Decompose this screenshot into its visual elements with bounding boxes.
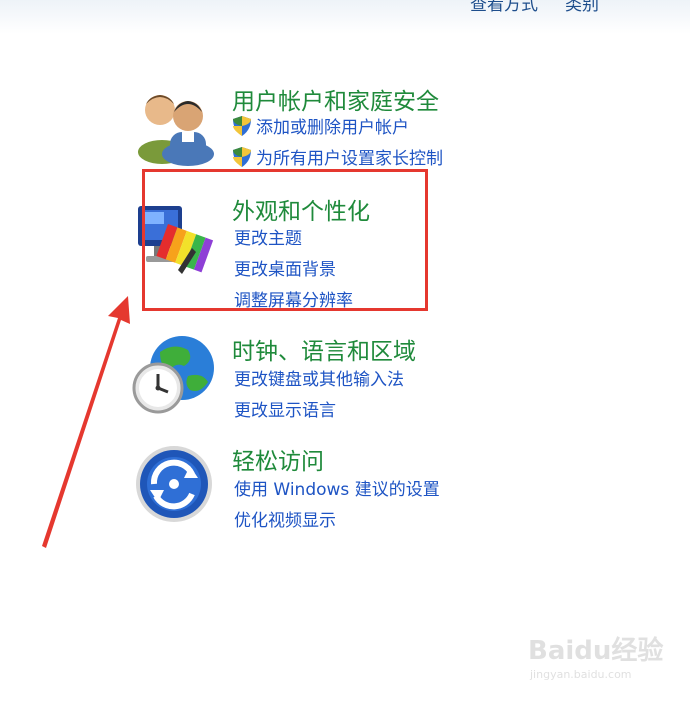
ease-of-access-icon[interactable] <box>130 444 218 528</box>
category-title-user-accounts[interactable]: 用户帐户和家庭安全 <box>232 82 439 116</box>
uac-shield-icon <box>232 115 252 137</box>
link-optimize-visual-display[interactable]: 优化视频显示 <box>234 506 336 531</box>
link-windows-recommended-settings[interactable]: 使用 Windows 建议的设置 <box>234 475 440 500</box>
link-label: 为所有用户设置家长控制 <box>256 149 443 169</box>
category-user-accounts: 用户帐户和家庭安全 添加或删除用户帐户 为所有用户设置家长控制 <box>130 82 510 172</box>
uac-shield-icon <box>232 146 252 168</box>
highlight-box <box>142 169 428 311</box>
view-by-value-link[interactable]: 类别 <box>565 0 599 15</box>
link-label: 添加或删除用户帐户 <box>256 118 409 138</box>
category-ease-of-access: 轻松访问 使用 Windows 建议的设置 优化视频显示 <box>130 442 510 532</box>
clock-globe-icon[interactable] <box>130 332 218 416</box>
category-title-ease-of-access[interactable]: 轻松访问 <box>232 442 324 476</box>
watermark-url: jingyan.baidu.com <box>530 668 632 681</box>
link-add-remove-accounts[interactable]: 添加或删除用户帐户 <box>232 113 409 138</box>
link-change-display-language[interactable]: 更改显示语言 <box>234 396 336 421</box>
category-title-clock-language-region[interactable]: 时钟、语言和区域 <box>232 332 416 366</box>
category-clock-language-region: 时钟、语言和区域 更改键盘或其他输入法 更改显示语言 <box>130 332 510 422</box>
top-bar: 查看方式 类别 <box>0 0 690 34</box>
users-icon[interactable] <box>130 82 218 166</box>
link-change-keyboards[interactable]: 更改键盘或其他输入法 <box>234 365 404 390</box>
watermark-logo: Baidu经验 <box>528 636 664 666</box>
baidu-watermark: Baidu经验 jingyan.baidu.com <box>528 630 663 690</box>
link-parental-controls[interactable]: 为所有用户设置家长控制 <box>232 144 443 169</box>
view-by-label: 查看方式 <box>470 0 538 15</box>
